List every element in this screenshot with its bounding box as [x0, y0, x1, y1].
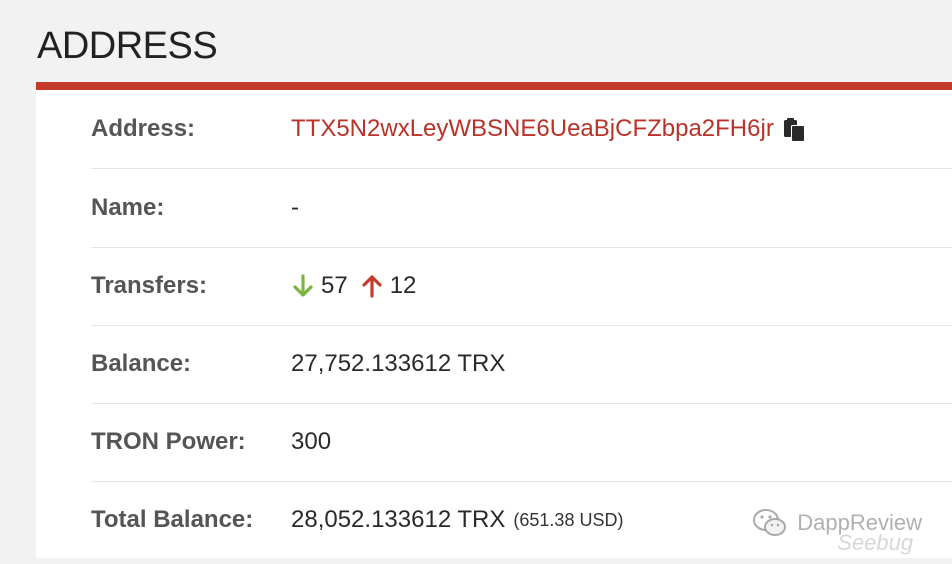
outgoing-count[interactable]: 12: [390, 272, 417, 300]
total-balance-value: 28,052.133612 TRX: [291, 506, 506, 533]
name-value: -: [291, 194, 299, 221]
row-address: Address: TTX5N2wxLeyWBSNE6UeaBjCFZbpa2FH…: [91, 90, 952, 169]
watermark: DappReview Seebug: [751, 504, 922, 554]
address-details-card: Address: TTX5N2wxLeyWBSNE6UeaBjCFZbpa2FH…: [36, 90, 952, 558]
total-balance-usd: (651.38 USD): [513, 509, 624, 530]
wechat-icon: [751, 504, 789, 542]
arrow-up-icon: [360, 273, 384, 299]
address-label: Address:: [91, 115, 196, 142]
row-tron-power: TRON Power: 300: [91, 403, 952, 482]
arrow-down-icon: [291, 273, 315, 299]
total-balance-label: Total Balance:: [91, 506, 254, 533]
tron-power-label: TRON Power:: [91, 428, 246, 455]
row-name: Name: -: [91, 169, 952, 248]
balance-label: Balance:: [91, 350, 192, 377]
page-title: ADDRESS: [37, 25, 218, 67]
address-link[interactable]: TTX5N2wxLeyWBSNE6UeaBjCFZbpa2FH6jr: [291, 115, 774, 143]
row-balance: Balance: 27,752.133612 TRX: [91, 325, 952, 404]
balance-value: 27,752.133612 TRX: [291, 350, 506, 377]
transfers-label: Transfers:: [91, 272, 208, 299]
watermark-subtext: Seebug: [837, 530, 914, 555]
accent-bar: [36, 82, 952, 90]
name-label: Name:: [91, 194, 165, 221]
incoming-count[interactable]: 57: [321, 272, 348, 300]
copy-icon[interactable]: [780, 115, 808, 143]
tron-power-value: 300: [291, 428, 332, 455]
row-transfers: Transfers: 57 12: [91, 247, 952, 326]
